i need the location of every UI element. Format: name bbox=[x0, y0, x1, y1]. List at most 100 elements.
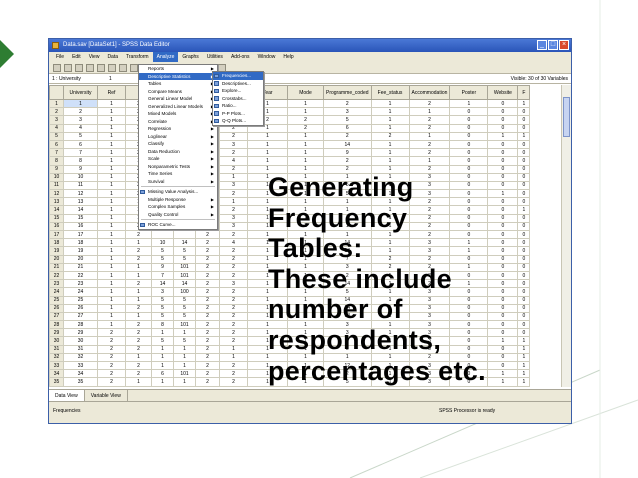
data-cell[interactable]: 2 bbox=[125, 320, 152, 330]
data-cell[interactable]: 2 bbox=[219, 246, 248, 256]
data-cell[interactable]: 1 bbox=[517, 344, 531, 354]
data-cell[interactable]: 13 bbox=[63, 197, 98, 207]
data-cell[interactable]: 14 bbox=[323, 139, 372, 150]
data-cell[interactable]: 2 bbox=[219, 189, 248, 199]
data-cell[interactable]: 0 bbox=[487, 360, 519, 371]
data-cell[interactable]: 0 bbox=[487, 115, 519, 125]
data-cell[interactable]: 3 bbox=[408, 385, 451, 387]
data-cell[interactable]: 3 bbox=[219, 221, 248, 232]
data-cell[interactable]: 1 bbox=[173, 360, 196, 371]
data-cell[interactable]: 1 bbox=[97, 123, 126, 133]
row-number[interactable]: 30 bbox=[49, 336, 64, 346]
data-cell[interactable]: 100 bbox=[173, 287, 196, 297]
data-cell[interactable]: 0 bbox=[517, 229, 531, 240]
row-number[interactable]: 35 bbox=[49, 377, 64, 387]
data-cell[interactable]: 2 bbox=[125, 344, 152, 354]
data-cell[interactable]: 0 bbox=[487, 180, 519, 191]
data-cell[interactable]: 1 bbox=[125, 295, 152, 305]
data-cell[interactable]: 1 bbox=[173, 328, 196, 338]
data-cell[interactable]: 0 bbox=[517, 254, 531, 264]
data-cell[interactable]: 0 bbox=[449, 148, 489, 158]
data-cell[interactable]: 2 bbox=[219, 295, 248, 305]
data-cell[interactable]: 1 bbox=[370, 115, 410, 125]
data-cell[interactable]: 2 bbox=[323, 131, 372, 141]
data-cell[interactable]: 21 bbox=[63, 262, 98, 272]
menu-item-roc-curve[interactable]: ROC Curve... bbox=[139, 221, 217, 229]
data-cell[interactable]: 2 bbox=[195, 369, 220, 379]
data-cell[interactable]: 1 bbox=[97, 262, 126, 272]
data-cell[interactable]: 5 bbox=[173, 303, 196, 313]
data-cell[interactable]: 2 bbox=[323, 156, 372, 166]
row-number[interactable]: 19 bbox=[49, 246, 64, 256]
data-cell[interactable]: 2 bbox=[125, 360, 152, 371]
row-number[interactable]: 32 bbox=[49, 352, 64, 363]
vertical-scrollbar[interactable] bbox=[561, 85, 571, 387]
data-cell[interactable]: 0 bbox=[517, 139, 531, 150]
data-cell[interactable] bbox=[151, 229, 174, 240]
menu-item-p-p-plots[interactable]: P-P Plots... bbox=[213, 110, 263, 118]
close-button[interactable]: × bbox=[559, 40, 569, 50]
data-cell[interactable]: 0 bbox=[487, 270, 519, 281]
data-cell[interactable]: 3 bbox=[219, 139, 248, 150]
data-cell[interactable]: 1 bbox=[287, 148, 324, 158]
data-cell[interactable]: 0 bbox=[517, 246, 531, 256]
data-cell[interactable]: 1 bbox=[173, 344, 196, 354]
menu-item-ratio[interactable]: Ratio... bbox=[213, 102, 263, 110]
data-cell[interactable]: 1 bbox=[151, 360, 174, 371]
column-header[interactable]: Poster bbox=[449, 85, 489, 100]
data-cell[interactable]: 0 bbox=[487, 303, 519, 313]
data-cell[interactable]: 6 bbox=[323, 123, 372, 133]
data-cell[interactable]: 1 bbox=[125, 311, 152, 322]
data-cell[interactable]: 2 bbox=[195, 336, 220, 346]
data-cell[interactable]: 34 bbox=[63, 369, 98, 379]
data-cell[interactable]: 2 bbox=[195, 352, 220, 363]
data-cell[interactable]: 2 bbox=[219, 377, 248, 387]
data-cell[interactable]: 1 bbox=[97, 270, 126, 281]
row-number[interactable]: 9 bbox=[49, 164, 64, 174]
data-cell[interactable]: 24 bbox=[63, 287, 98, 297]
data-cell[interactable]: 5 bbox=[151, 336, 174, 346]
data-cell[interactable]: 35 bbox=[63, 377, 98, 387]
row-number[interactable]: 28 bbox=[49, 320, 64, 330]
data-cell[interactable]: 1 bbox=[97, 311, 126, 322]
menu-item-multiple-response[interactable]: Multiple Response ▶ bbox=[139, 196, 217, 204]
data-cell[interactable]: 0 bbox=[517, 328, 531, 338]
menu-item-mixed-models[interactable]: Mixed Models▶ bbox=[139, 110, 217, 118]
data-cell[interactable]: 28 bbox=[63, 320, 98, 330]
data-cell[interactable]: 0 bbox=[487, 246, 519, 256]
data-cell[interactable]: 1 bbox=[219, 352, 248, 363]
menu-item-time-series[interactable]: Time Series ▶ bbox=[139, 170, 217, 178]
data-cell[interactable]: 4 bbox=[219, 156, 248, 166]
data-cell[interactable]: 2 bbox=[195, 344, 220, 354]
menu-item-descriptive-statistics[interactable]: Descriptive Statistics▶ bbox=[139, 72, 217, 80]
data-cell[interactable]: 1 bbox=[97, 254, 126, 264]
menu-item-general-linear-model[interactable]: General Linear Model▶ bbox=[139, 95, 217, 103]
data-cell[interactable]: 2 bbox=[125, 279, 152, 289]
menu-item-descriptives[interactable]: Descriptives... bbox=[213, 80, 263, 88]
data-cell[interactable]: 23 bbox=[63, 279, 98, 289]
data-cell[interactable]: 2 bbox=[219, 385, 248, 387]
data-cell[interactable]: 2 bbox=[195, 270, 220, 281]
data-cell[interactable]: 1 bbox=[97, 229, 126, 240]
data-cell[interactable]: 1 bbox=[487, 377, 519, 387]
data-cell[interactable]: 1 bbox=[97, 295, 126, 305]
data-cell[interactable]: 29 bbox=[63, 328, 98, 338]
data-cell[interactable]: 0 bbox=[487, 262, 519, 272]
data-cell[interactable]: 1 bbox=[370, 107, 410, 117]
data-cell[interactable]: 0 bbox=[487, 148, 519, 158]
data-cell[interactable]: 0 bbox=[517, 156, 531, 166]
data-cell[interactable]: 5 bbox=[63, 131, 98, 141]
data-cell[interactable]: 5 bbox=[151, 246, 174, 256]
column-header[interactable]: Fee_status bbox=[370, 85, 410, 100]
menu-item-correlate[interactable]: Correlate▶ bbox=[139, 118, 217, 126]
data-cell[interactable]: 1 bbox=[97, 164, 126, 174]
data-cell[interactable]: 1 bbox=[287, 139, 324, 150]
data-cell[interactable]: 1 bbox=[97, 172, 126, 182]
data-cell[interactable]: 2 bbox=[125, 254, 152, 264]
data-cell[interactable]: 1 bbox=[173, 377, 196, 387]
data-cell[interactable]: 2 bbox=[97, 360, 126, 371]
column-header[interactable]: University bbox=[63, 85, 98, 100]
data-cell[interactable]: 0 bbox=[487, 164, 519, 174]
data-cell[interactable]: 0 bbox=[517, 311, 531, 322]
data-cell[interactable]: 101 bbox=[173, 270, 196, 281]
